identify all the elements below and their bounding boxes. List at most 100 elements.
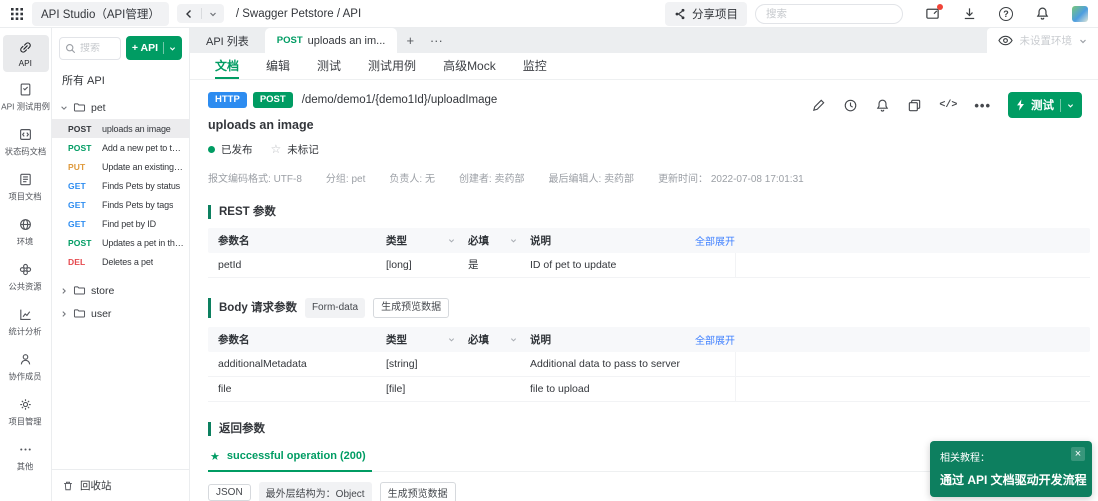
method-label: DEL — [68, 257, 97, 267]
body-params-section: Body 请求参数 Form-data 生成预览数据 参数名 类型 必填 说明 … — [208, 298, 1090, 402]
col-desc: 说明 — [530, 233, 675, 248]
col-required: 必填 — [468, 332, 510, 347]
meta-item: 最后编辑人: 卖药部 — [549, 170, 635, 185]
api-item[interactable]: GET Finds Pets by status — [52, 176, 189, 195]
global-search-input[interactable] — [755, 4, 903, 24]
gear-icon — [18, 397, 33, 412]
tab-active-api[interactable]: POST uploads an im... — [265, 28, 398, 53]
col-name: 参数名 — [208, 332, 386, 347]
subtab-test-cases[interactable]: 测试用例 — [368, 53, 416, 79]
folder-pet[interactable]: pet — [52, 96, 189, 119]
sidebar-item-project-doc[interactable]: 项目文档 — [3, 167, 49, 207]
user-avatar[interactable] — [1072, 6, 1088, 22]
compare-icon[interactable] — [907, 98, 922, 113]
recycle-bin[interactable]: 回收站 — [52, 469, 189, 501]
sidebar-item-label: API 测试用例 — [1, 101, 50, 113]
sidebar-item-members[interactable]: 协作成员 — [3, 347, 49, 387]
feedback-icon[interactable] — [925, 6, 940, 21]
api-search-box[interactable] — [59, 37, 121, 60]
add-api-button[interactable]: + API — [126, 36, 182, 60]
api-item[interactable]: POST Updates a pet in the store... — [52, 233, 189, 252]
required-filter-caret[interactable] — [510, 237, 530, 244]
section-title: 返回参数 — [208, 422, 1090, 436]
api-list-toolbar: + API — [52, 28, 189, 66]
expand-all-link[interactable]: 全部展开 — [675, 233, 735, 248]
param-desc: ID of pet to update — [530, 259, 675, 271]
app-title-chip[interactable]: API Studio（API管理） — [32, 2, 169, 26]
notification-bell-icon[interactable] — [875, 98, 890, 113]
star-icon: ★ — [210, 450, 220, 463]
subtab-edit[interactable]: 编辑 — [266, 53, 290, 79]
sidebar-item-label: 协作成员 — [9, 371, 42, 383]
history-icon[interactable] — [843, 98, 858, 113]
environment-selector[interactable]: 未设置环境 — [987, 28, 1098, 53]
sidebar-item-statistics[interactable]: 统计分析 — [3, 302, 49, 342]
api-item[interactable]: POST uploads an image — [52, 119, 189, 138]
response-tab-200[interactable]: ★ successful operation (200) — [208, 448, 372, 472]
generate-preview-button[interactable]: 生成预览数据 — [373, 298, 449, 318]
breadcrumb[interactable]: / Swagger Petstore / API — [236, 8, 361, 20]
app-grid-icon[interactable] — [10, 7, 24, 21]
document-tab-bar: API 列表 POST uploads an im... + ··· 未设置环境 — [190, 28, 1098, 53]
tab-api-list[interactable]: API 列表 — [190, 28, 265, 53]
param-name: additionalMetadata — [208, 358, 386, 370]
chevron-down-icon[interactable] — [1067, 102, 1074, 109]
api-item[interactable]: GET Finds Pets by tags — [52, 195, 189, 214]
code-icon[interactable]: </> — [939, 100, 957, 111]
share-label: 分享项目 — [692, 6, 738, 22]
api-item[interactable]: PUT Update an existing pet — [52, 157, 189, 176]
subtab-monitor[interactable]: 监控 — [523, 53, 547, 79]
expand-all-link[interactable]: 全部展开 — [675, 332, 735, 347]
sidebar-item-public-resource[interactable]: 公共资源 — [3, 257, 49, 297]
folder-store[interactable]: store — [52, 279, 189, 302]
sidebar-item-api-test-case[interactable]: API 测试用例 — [3, 77, 49, 117]
row-spacer — [735, 228, 1090, 253]
chevron-down-icon — [1079, 37, 1087, 45]
edit-pencil-icon[interactable] — [811, 98, 826, 113]
sidebar-item-project-manage[interactable]: 项目管理 — [3, 392, 49, 432]
type-filter-caret[interactable] — [448, 336, 468, 343]
add-tab-button[interactable]: + — [397, 28, 423, 53]
api-tree: pet POST uploads an image POST Add a new… — [52, 96, 189, 469]
api-item[interactable]: DEL Deletes a pet — [52, 252, 189, 271]
method-label: GET — [68, 219, 97, 229]
table-row: petId [long] 是 ID of pet to update — [208, 253, 1090, 278]
type-filter-caret[interactable] — [448, 237, 468, 244]
app-layout: API API 测试用例 状态码文档 项目文档 环境 公共资源 统计分析 协作 — [0, 28, 1098, 501]
subtab-document[interactable]: 文档 — [215, 53, 239, 79]
test-button[interactable]: 测试 — [1008, 92, 1082, 118]
trash-icon — [62, 480, 74, 492]
more-actions-icon[interactable]: ••• — [974, 98, 991, 113]
folder-user[interactable]: user — [52, 302, 189, 325]
chevron-left-icon[interactable] — [184, 9, 194, 19]
sidebar-item-api[interactable]: API — [3, 35, 49, 72]
sidebar-item-status-code-doc[interactable]: 状态码文档 — [3, 122, 49, 162]
all-api-label[interactable]: 所有 API — [52, 66, 189, 96]
bolt-icon — [1016, 99, 1025, 111]
more-tabs-button[interactable]: ··· — [423, 28, 449, 53]
download-icon[interactable] — [962, 6, 977, 21]
chevron-down-icon[interactable] — [209, 10, 217, 18]
back-navigation[interactable] — [177, 4, 224, 23]
api-name: Finds Pets by tags — [102, 200, 173, 210]
subtab-test[interactable]: 测试 — [317, 53, 341, 79]
star-icon[interactable]: ☆ — [271, 142, 282, 156]
api-item[interactable]: GET Find pet by ID — [52, 214, 189, 233]
bell-icon[interactable] — [1035, 6, 1050, 21]
generate-preview-button[interactable]: 生成预览数据 — [380, 482, 456, 501]
sidebar-item-environment[interactable]: 环境 — [3, 212, 49, 252]
api-item[interactable]: POST Add a new pet to the store — [52, 138, 189, 157]
share-project-button[interactable]: 分享项目 — [665, 2, 747, 26]
toast-tutorial-link[interactable]: 通过 API 文档驱动开发流程 — [940, 471, 1082, 488]
api-search-input[interactable] — [80, 43, 115, 54]
chevron-down-icon[interactable] — [169, 45, 176, 52]
help-icon[interactable]: ? — [999, 7, 1013, 21]
chevron-right-icon — [60, 310, 68, 318]
resource-icon — [18, 262, 33, 277]
tab-label: uploads an im... — [308, 35, 386, 47]
subtab-advanced-mock[interactable]: 高级Mock — [443, 53, 496, 79]
required-filter-caret[interactable] — [510, 336, 530, 343]
sidebar-item-other[interactable]: 其他 — [3, 437, 49, 477]
close-icon[interactable]: × — [1071, 447, 1085, 461]
project-doc-icon — [18, 172, 33, 187]
